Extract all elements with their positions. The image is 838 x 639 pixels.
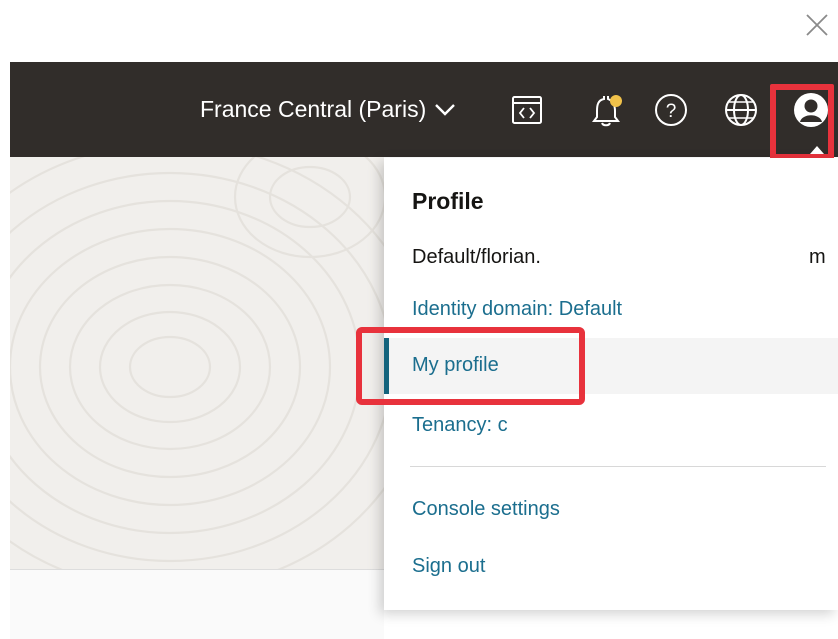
page-footer-area <box>10 569 384 639</box>
close-button[interactable] <box>800 8 834 42</box>
profile-menu-title: Profile <box>412 188 484 214</box>
help-icon: ? <box>655 94 687 126</box>
identity-domain-link[interactable]: Identity domain: Default <box>412 298 622 321</box>
profile-avatar-icon <box>794 93 828 127</box>
notifications-button[interactable] <box>588 91 626 129</box>
globe-icon <box>725 94 757 126</box>
region-label: France Central (Paris) <box>200 96 427 122</box>
help-button[interactable]: ? <box>652 91 690 129</box>
profile-dropdown-menu: Profile Default/florian. m Identity doma… <box>384 158 838 610</box>
code-editor-button[interactable] <box>508 91 546 129</box>
region-selector[interactable]: France Central (Paris) <box>200 62 456 157</box>
redacted-block <box>528 416 718 442</box>
redacted-block <box>574 244 806 272</box>
my-profile-label: My profile <box>412 354 499 376</box>
dropdown-caret <box>810 146 824 154</box>
user-name: Default/florian. <box>412 246 541 268</box>
sign-out-link[interactable]: Sign out <box>412 555 485 578</box>
tenancy-link[interactable]: Tenancy: c <box>412 414 508 437</box>
menu-divider <box>410 466 826 467</box>
code-editor-icon <box>512 96 542 124</box>
background-pattern <box>10 157 384 569</box>
user-name-suffix: m <box>809 246 826 268</box>
console-settings-link[interactable]: Console settings <box>412 498 560 521</box>
bell-icon <box>592 95 622 127</box>
chevron-down-icon <box>435 103 456 116</box>
svg-text:?: ? <box>666 101 677 122</box>
top-navigation-bar: France Central (Paris) ? <box>10 62 838 157</box>
language-button[interactable] <box>722 91 760 129</box>
profile-button[interactable] <box>792 91 830 129</box>
active-indicator <box>384 338 389 394</box>
my-profile-item[interactable]: My profile <box>384 338 838 394</box>
page-background <box>10 157 384 569</box>
close-icon <box>806 14 828 36</box>
